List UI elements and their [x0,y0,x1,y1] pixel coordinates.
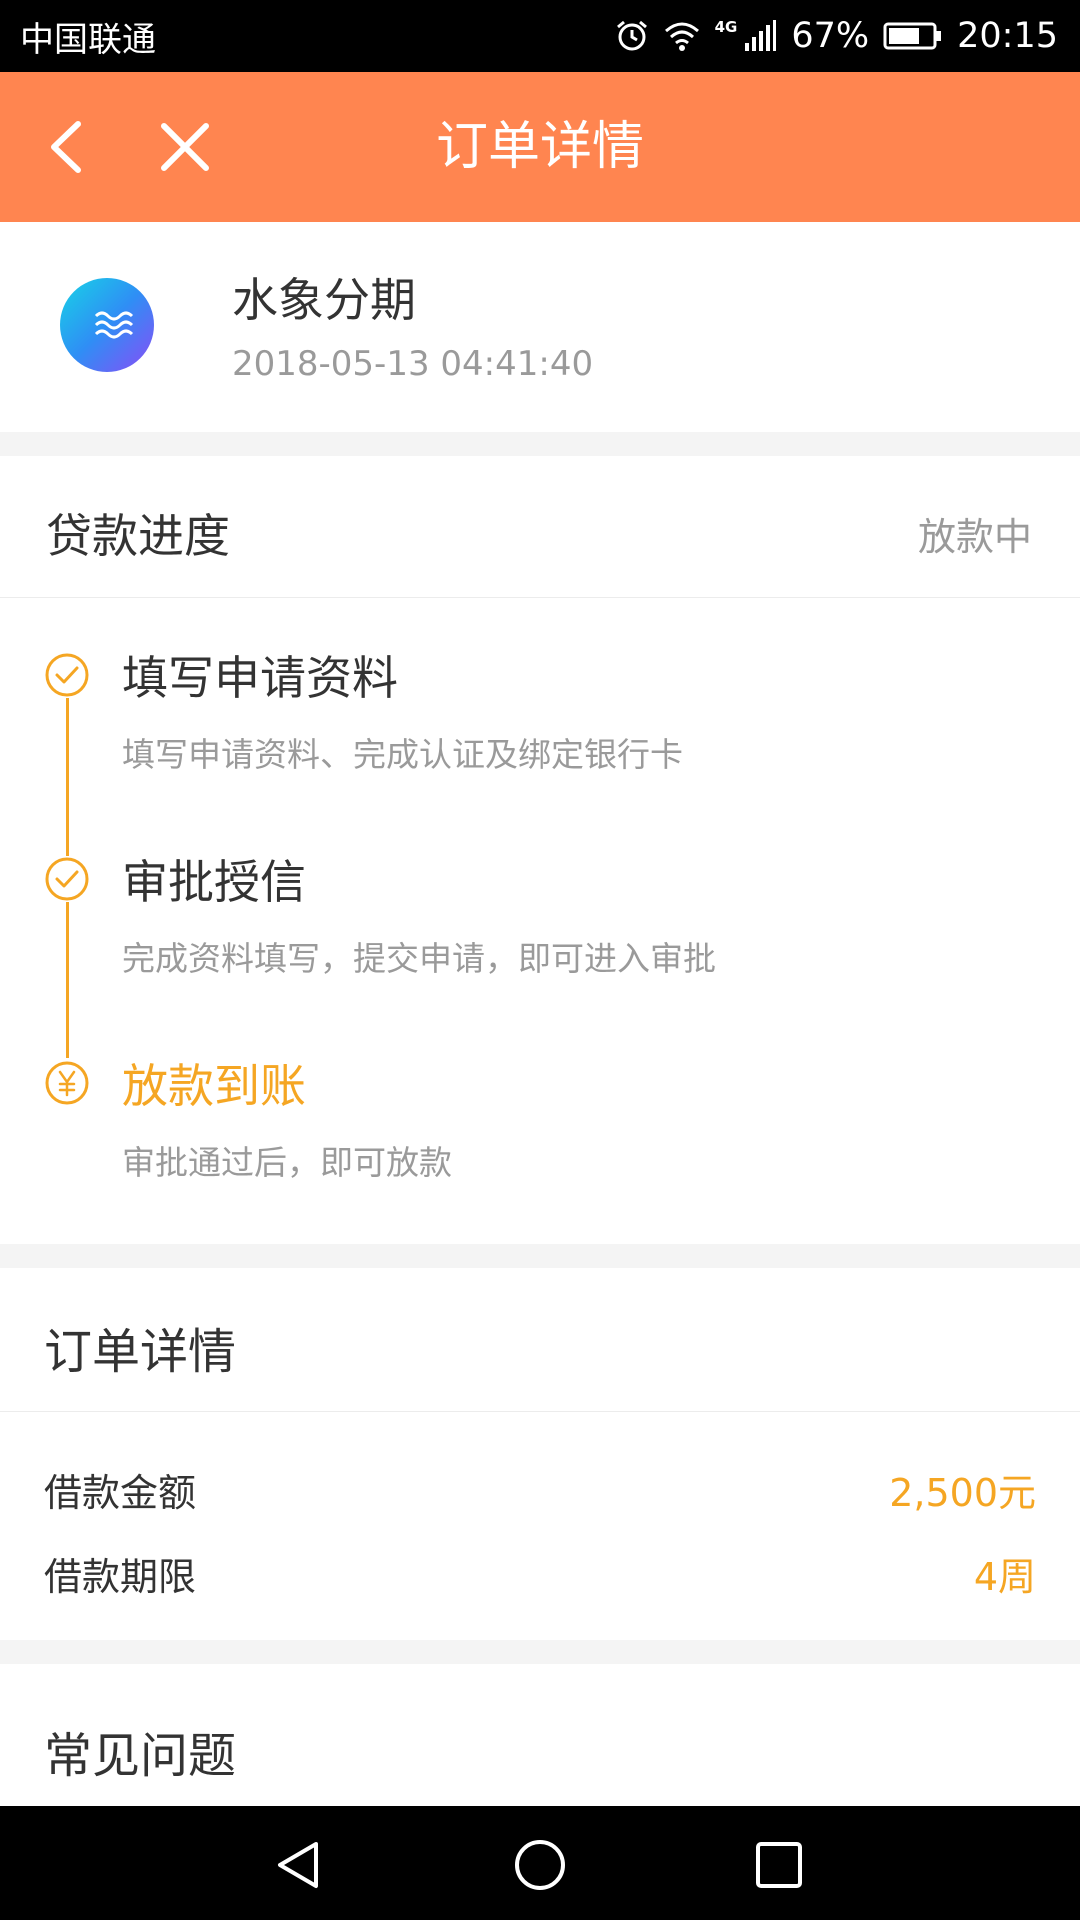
check-circle-icon [44,652,90,698]
loan-term-label: 借款期限 [44,1555,197,1599]
page-title: 订单详情 [435,117,644,177]
loan-amount-value: 2,500元 [889,1471,1036,1515]
status-icons: 4G 67% 20:15 [615,16,1058,56]
step-title-disburse: 放款到账 [122,1059,306,1113]
signal-icon [745,20,777,51]
status-badge: 放款中 [917,515,1032,559]
progress-title: 贷款进度 [46,509,230,563]
product-name: 水象分期 [232,273,416,327]
back-triangle-icon[interactable] [272,1838,326,1892]
network-type: 4G [714,18,738,36]
clock: 20:15 [957,16,1058,56]
step-title-apply: 填写申请资料 [122,651,398,705]
faq-section[interactable]: 常见问题 [0,1664,1080,1806]
faq-title: 常见问题 [44,1728,237,1784]
product-header: 水象分期 2018-05-13 04:41:40 [0,222,1080,432]
recents-square-icon[interactable] [752,1838,806,1892]
loan-progress-card: 贷款进度 放款中 填写申请资料 填写申请资料、完成认证及绑定银行卡 审批授信 完… [0,456,1080,1244]
progress-header: 贷款进度 放款中 [0,456,1080,598]
yuan-circle-icon [44,1060,90,1106]
navbar: 订单详情 [0,72,1080,222]
order-details-card: 订单详情 借款金额 2,500元 借款期限 4周 [0,1268,1080,1640]
step-desc-disburse: 审批通过后，即可放款 [122,1143,452,1182]
loan-amount-label: 借款金额 [44,1471,197,1515]
alarm-icon [616,20,647,51]
system-nav-bar [0,1806,1080,1920]
order-details-title: 订单详情 [44,1324,237,1380]
carrier-name: 中国联通 [20,19,156,60]
status-bar: 中国联通 4G 67% 20:15 [0,0,1080,72]
step-desc-approve: 完成资料填写，提交申请，即可进入审批 [122,939,716,978]
step-title-approve: 审批授信 [122,855,306,909]
loan-term-value: 4周 [973,1555,1036,1599]
wifi-icon [664,22,699,51]
order-timestamp: 2018-05-13 04:41:40 [232,344,594,384]
battery-icon [883,22,942,50]
step-desc-apply: 填写申请资料、完成认证及绑定银行卡 [122,735,683,774]
home-circle-icon[interactable] [513,1838,567,1892]
wave-logo-icon [60,278,154,372]
check-circle-icon [44,856,90,902]
order-details-header: 订单详情 [0,1268,1080,1412]
battery-percent: 67% [791,16,870,56]
